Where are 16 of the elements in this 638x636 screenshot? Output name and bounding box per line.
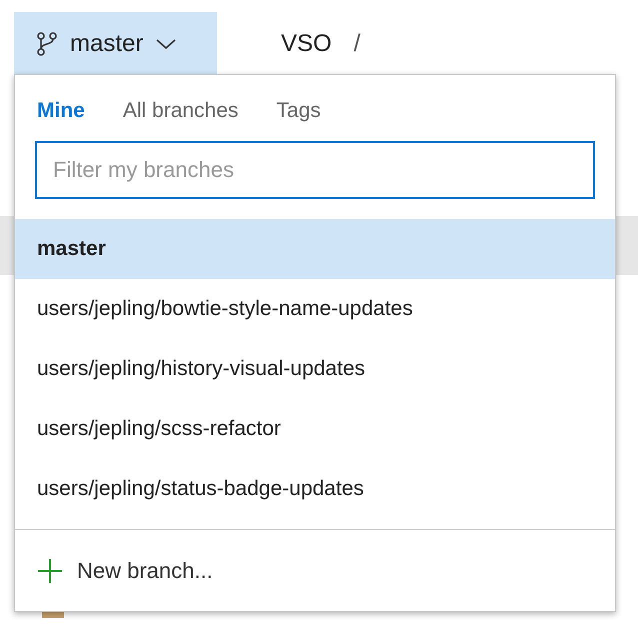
branch-tab[interactable]: Tags — [266, 97, 331, 125]
branch-item[interactable]: users/jepling/status-badge-updates — [15, 459, 615, 519]
plus-icon — [37, 558, 63, 584]
filter-field[interactable]: Filter my branches — [35, 141, 595, 199]
branch-item[interactable]: users/jepling/scss-refactor — [15, 399, 615, 459]
branch-item[interactable]: master — [15, 219, 615, 279]
branch-icon — [36, 30, 58, 56]
branch-item[interactable]: users/jepling/bowtie-style-name-updates — [15, 279, 615, 339]
new-branch-button[interactable]: New branch... — [37, 558, 213, 584]
branch-tab[interactable]: Mine — [27, 97, 95, 125]
branch-item[interactable]: users/jepling/history-visual-updates — [15, 339, 615, 399]
breadcrumb-separator: / — [354, 30, 360, 58]
repo-name[interactable]: VSO — [281, 30, 332, 58]
branch-tab[interactable]: All branches — [112, 97, 248, 125]
chevron-down-icon — [155, 36, 178, 50]
branch-button[interactable]: master — [14, 12, 217, 75]
